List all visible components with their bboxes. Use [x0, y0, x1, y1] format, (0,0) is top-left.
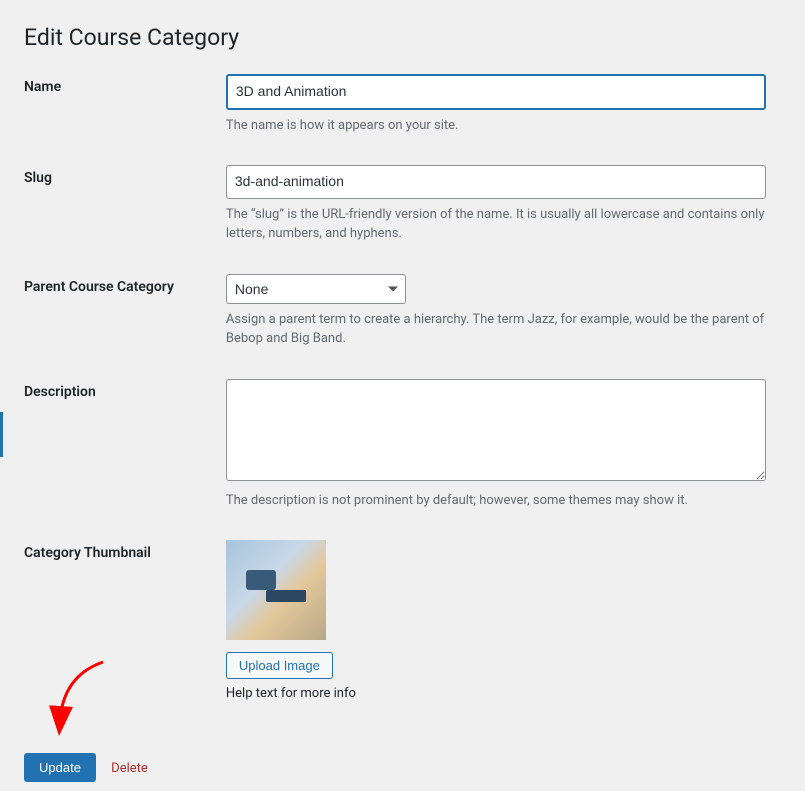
upload-image-button[interactable]: Upload Image [226, 652, 333, 679]
left-edge-accent [0, 412, 3, 457]
slug-description: The “slug” is the URL-friendly version o… [226, 205, 766, 244]
thumbnail-label: Category Thumbnail [24, 545, 151, 561]
thumbnail-help: Help text for more info [226, 684, 766, 704]
description-help: The description is not prominent by defa… [226, 491, 766, 511]
parent-select[interactable]: None [226, 274, 406, 304]
description-label: Description [24, 384, 96, 400]
parent-description: Assign a parent term to create a hierarc… [226, 310, 766, 349]
slug-label: Slug [24, 170, 52, 186]
delete-link[interactable]: Delete [111, 761, 148, 776]
slug-input[interactable] [226, 165, 766, 199]
thumbnail-preview[interactable] [226, 540, 326, 640]
update-button[interactable]: Update [24, 753, 96, 782]
description-textarea[interactable] [226, 379, 766, 481]
parent-label: Parent Course Category [24, 279, 174, 295]
name-label: Name [24, 79, 61, 95]
thumbnail-image [226, 540, 326, 640]
name-description: The name is how it appears on your site. [226, 116, 766, 136]
page-title: Edit Course Category [0, 0, 805, 59]
footer-actions: Update Delete [0, 719, 805, 782]
name-input[interactable] [226, 74, 766, 110]
edit-category-form: Name The name is how it appears on your … [0, 59, 805, 719]
